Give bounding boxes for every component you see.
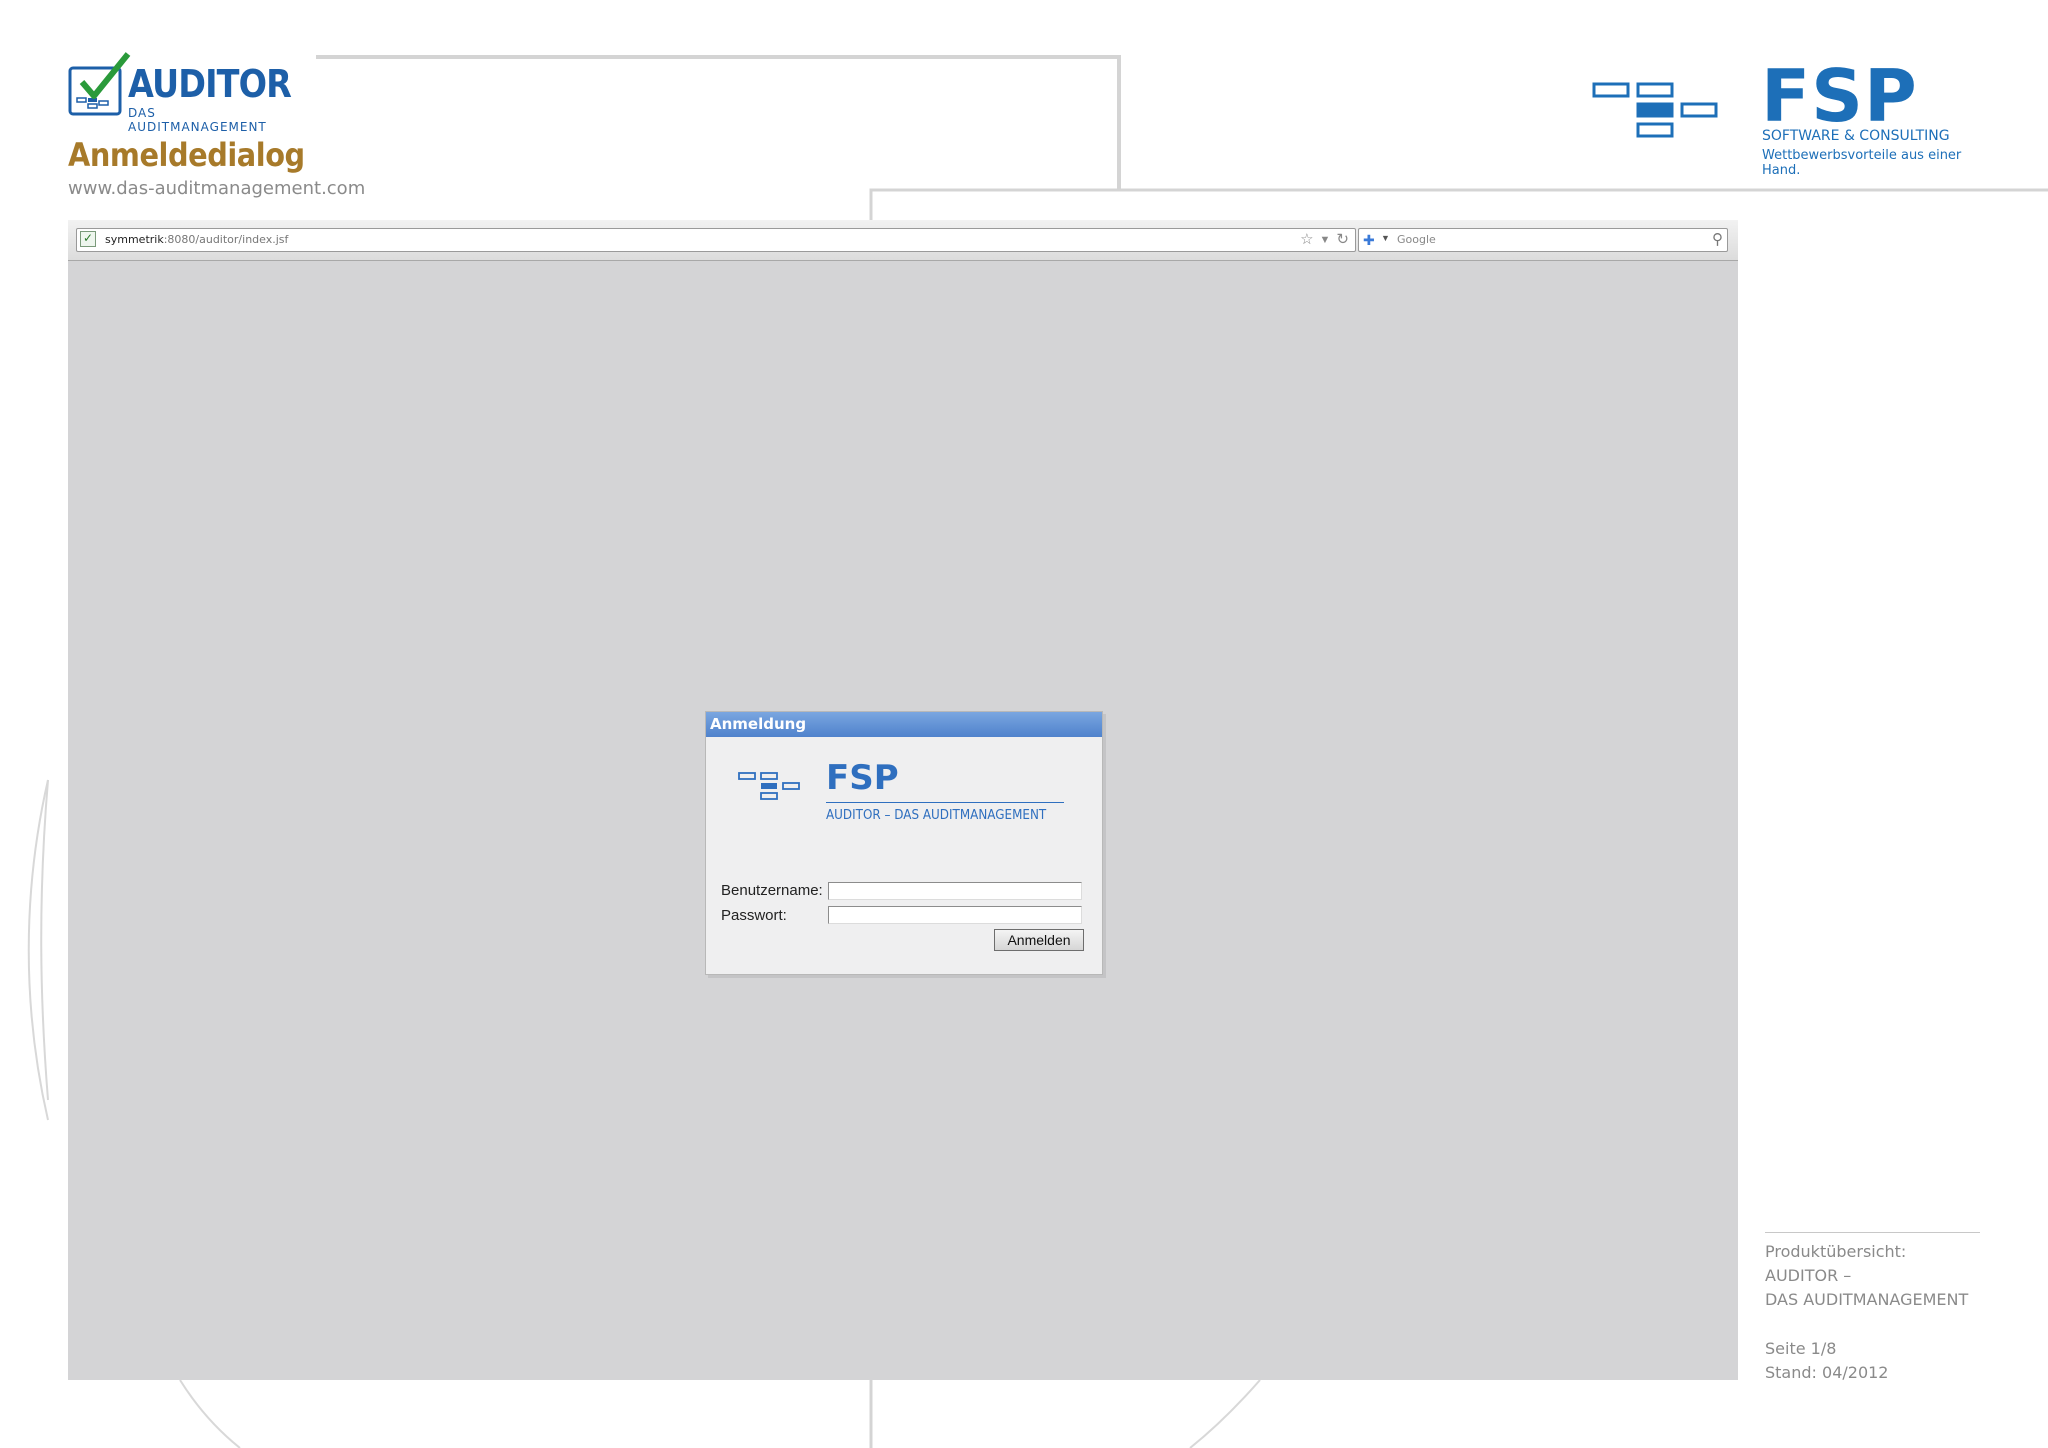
url-bar[interactable]: ✓ symmetrik:8080/auditor/index.jsf ☆ ▼ ↻ xyxy=(76,228,1356,252)
auditor-logo: AUDITOR DAS AUDITMANAGEMENT xyxy=(68,52,298,134)
login-dialog: Anmeldung FSP AUDITOR – DAS AUDITMANAGEM… xyxy=(705,711,1103,975)
product-name-line1: AUDITOR – xyxy=(1765,1266,1852,1285)
password-input[interactable] xyxy=(828,906,1082,924)
magnifier-icon[interactable]: ⚲ xyxy=(1712,230,1723,248)
url-text: symmetrik:8080/auditor/index.jsf xyxy=(105,233,289,246)
username-input[interactable] xyxy=(828,882,1082,900)
dialog-brand-subtitle: AUDITOR – DAS AUDITMANAGEMENT xyxy=(826,808,1047,823)
google-icon[interactable]: ✚ xyxy=(1363,232,1379,248)
logo-subtitle: DAS AUDITMANAGEMENT xyxy=(128,106,267,134)
username-label: Benutzername: xyxy=(721,882,823,899)
browser-window: ✓ symmetrik:8080/auditor/index.jsf ☆ ▼ ↻… xyxy=(68,220,1738,1380)
login-button[interactable]: Anmelden xyxy=(994,929,1084,951)
logo-title: AUDITOR xyxy=(128,62,292,106)
page-number: Seite 1/8 xyxy=(1765,1339,1837,1358)
product-name-line2: DAS AUDITMANAGEMENT xyxy=(1765,1290,1969,1309)
auditor-check-icon xyxy=(68,52,131,116)
brand-slogan: Wettbewerbsvorteile aus einer Hand. xyxy=(1762,148,1962,178)
page-title: Anmeldedialog xyxy=(68,136,305,174)
dialog-logo-rule xyxy=(826,802,1064,803)
reload-icon[interactable]: ↻ xyxy=(1336,230,1349,250)
dropdown-arrow-icon[interactable]: ▼ xyxy=(1320,230,1331,250)
search-bar[interactable]: ✚ ▼ Google ⚲ xyxy=(1358,228,1728,252)
overview-label: Produktübersicht: xyxy=(1765,1242,1907,1261)
search-input[interactable]: Google xyxy=(1397,233,1436,246)
brand-tagline: SOFTWARE & CONSULTING xyxy=(1762,128,1950,144)
chevron-down-icon[interactable]: ▼ xyxy=(1381,233,1390,243)
fsp-logo: FSP SOFTWARE & CONSULTING Wettbewerbsvor… xyxy=(1590,54,1990,178)
star-icon[interactable]: ☆ xyxy=(1300,230,1313,250)
fsp-blocks-icon xyxy=(738,772,800,800)
dialog-logo: FSP AUDITOR – DAS AUDITMANAGEMENT xyxy=(738,758,1078,836)
info-divider xyxy=(1765,1232,1980,1233)
check-document-icon: ✓ xyxy=(80,231,96,247)
password-label: Passwort: xyxy=(721,907,787,924)
browser-toolbar: ✓ symmetrik:8080/auditor/index.jsf ☆ ▼ ↻… xyxy=(68,220,1738,261)
dialog-title: Anmeldung xyxy=(706,712,1102,737)
brand-name: FSP xyxy=(1761,54,1918,138)
fsp-blocks-icon xyxy=(1592,82,1718,138)
date-stamp: Stand: 04/2012 xyxy=(1765,1363,1889,1382)
dialog-brand-name: FSP xyxy=(826,758,899,798)
page-url: www.das-auditmanagement.com xyxy=(68,178,366,199)
